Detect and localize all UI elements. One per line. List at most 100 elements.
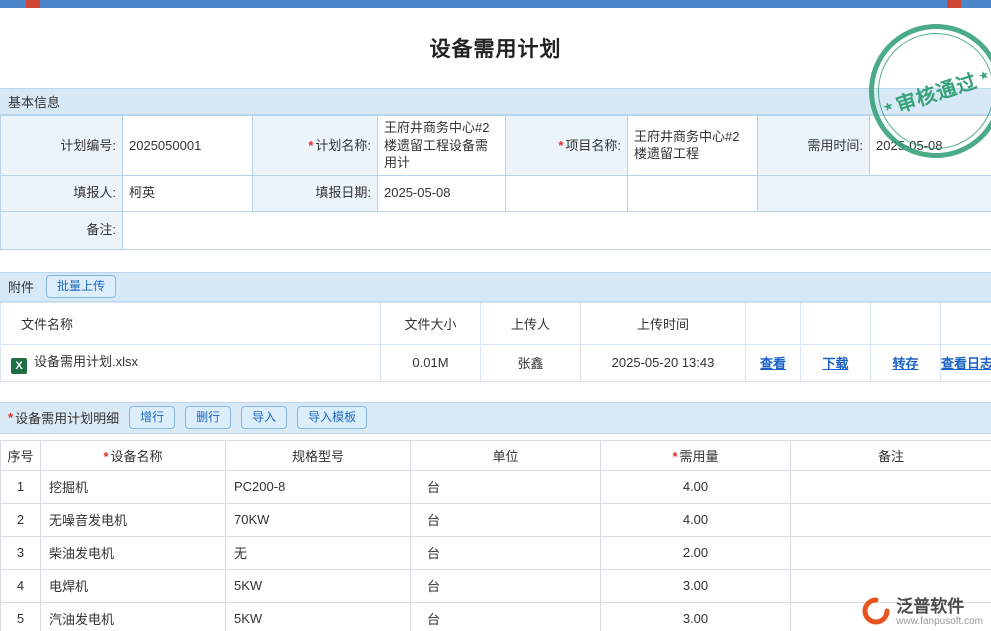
attachments-header-row: 文件名称 文件大小 上传人 上传时间 [1,302,991,344]
cell-remark[interactable] [791,470,991,503]
cell-unit[interactable]: 台 [411,536,601,569]
plan-name-value: 王府井商务中心#2楼遗留工程设备需用计 [378,116,506,176]
cell-seq: 3 [1,536,41,569]
empty-cell [506,175,628,211]
import-button[interactable]: 导入 [241,406,287,428]
remark-label: 备注: [1,211,123,249]
detail-header-row: 序号 *设备名称 规格型号 单位 *需用量 备注 [1,440,991,470]
attachment-row: 设备需用计划.xlsx 0.01M 张鑫 2025-05-20 13:43 查看… [1,344,991,381]
cell-qty[interactable]: 3.00 [601,602,791,631]
cell-remark[interactable] [791,536,991,569]
detail-row: 3 柴油发电机 无 台 2.00 [1,536,991,569]
plan-no-label: 计划编号: [1,116,123,176]
cell-equipment-name[interactable]: 挖掘机 [41,470,226,503]
title-bar: 设备需用计划 [0,8,991,88]
reporter-label: 填报人: [1,175,123,211]
col-remark: 备注 [791,440,991,470]
attachment-file-size: 0.01M [381,344,481,381]
col-model: 规格型号 [226,440,411,470]
cell-equipment-name[interactable]: 电焊机 [41,569,226,602]
required-mark: * [672,449,677,464]
detail-row: 5 汽油发电机 5KW 台 3.00 [1,602,991,631]
detail-row: 4 电焊机 5KW 台 3.00 [1,569,991,602]
col-qty: *需用量 [601,440,791,470]
col-upload-time: 上传时间 [581,302,746,344]
project-name-label: *项目名称: [506,116,628,176]
attachments-section-title: 附件 [8,277,34,296]
save-as-link[interactable]: 转存 [892,356,918,371]
attachments-section-header: 附件 批量上传 [0,272,991,302]
basic-info-section-header: 基本信息 [0,88,991,115]
cell-remark[interactable] [791,503,991,536]
cell-seq: 4 [1,569,41,602]
detail-section-header: * 设备需用计划明细 增行 删行 导入 导入模板 [0,402,991,434]
cell-model[interactable]: 5KW [226,569,411,602]
basic-info-table: 计划编号: 2025050001 *计划名称: 王府井商务中心#2楼遗留工程设备… [0,115,991,250]
detail-row: 1 挖掘机 PC200-8 台 4.00 [1,470,991,503]
report-date-value: 2025-05-08 [378,175,506,211]
red-accent-icon [26,0,40,8]
detail-row: 2 无噪音发电机 70KW 台 4.00 [1,503,991,536]
import-template-button[interactable]: 导入模板 [297,406,367,428]
detail-table: 序号 *设备名称 规格型号 单位 *需用量 备注 1 挖掘机 PC200-8 台… [0,440,991,631]
view-link[interactable]: 查看 [760,356,786,371]
required-mark: * [558,138,563,153]
attachment-file-name: 设备需用计划.xlsx [1,344,381,381]
required-mark: * [8,410,13,425]
cell-qty[interactable]: 3.00 [601,569,791,602]
view-log-link[interactable]: 查看日志 [941,356,991,371]
cell-unit[interactable]: 台 [411,503,601,536]
delete-row-button[interactable]: 删行 [185,406,231,428]
basic-info-section-title: 基本信息 [8,92,60,111]
cell-model[interactable]: 无 [226,536,411,569]
cell-qty[interactable]: 2.00 [601,536,791,569]
cell-equipment-name[interactable]: 汽油发电机 [41,602,226,631]
cell-unit[interactable]: 台 [411,470,601,503]
cell-equipment-name[interactable]: 无噪音发电机 [41,503,226,536]
required-mark: * [103,449,108,464]
plan-no-value: 2025050001 [123,116,253,176]
cell-seq: 2 [1,503,41,536]
col-action [801,302,871,344]
project-name-value: 王府井商务中心#2楼遗留工程 [628,116,758,176]
empty-cell [628,175,758,211]
cell-model[interactable]: 5KW [226,602,411,631]
col-unit: 单位 [411,440,601,470]
cell-remark[interactable] [791,602,991,631]
cell-equipment-name[interactable]: 柴油发电机 [41,536,226,569]
add-row-button[interactable]: 增行 [129,406,175,428]
col-seq: 序号 [1,440,41,470]
cell-unit[interactable]: 台 [411,569,601,602]
cell-qty[interactable]: 4.00 [601,503,791,536]
cell-model[interactable]: PC200-8 [226,470,411,503]
col-equipment-name: *设备名称 [41,440,226,470]
col-action [941,302,991,344]
excel-file-icon [11,358,27,374]
reporter-value: 柯英 [123,175,253,211]
empty-label-cell [758,175,991,211]
col-action [746,302,801,344]
cell-seq: 5 [1,602,41,631]
attachments-table: 文件名称 文件大小 上传人 上传时间 设备需用计划.xlsx 0.01M 张鑫 … [0,302,991,382]
detail-section-title: 设备需用计划明细 [15,408,119,427]
remark-value [123,211,991,249]
col-file-name: 文件名称 [1,302,381,344]
cell-model[interactable]: 70KW [226,503,411,536]
cell-unit[interactable]: 台 [411,602,601,631]
cell-remark[interactable] [791,569,991,602]
col-file-size: 文件大小 [381,302,481,344]
download-link[interactable]: 下载 [822,356,848,371]
need-time-label: 需用时间: [758,116,870,176]
red-accent-icon [947,0,961,8]
required-mark: * [308,138,313,153]
page-title: 设备需用计划 [430,33,562,63]
attachment-upload-time: 2025-05-20 13:43 [581,344,746,381]
attachment-uploader: 张鑫 [481,344,581,381]
batch-upload-button[interactable]: 批量上传 [46,275,116,297]
cell-qty[interactable]: 4.00 [601,470,791,503]
col-action [871,302,941,344]
plan-name-label: *计划名称: [253,116,378,176]
col-uploader: 上传人 [481,302,581,344]
top-bar [0,0,991,8]
cell-seq: 1 [1,470,41,503]
